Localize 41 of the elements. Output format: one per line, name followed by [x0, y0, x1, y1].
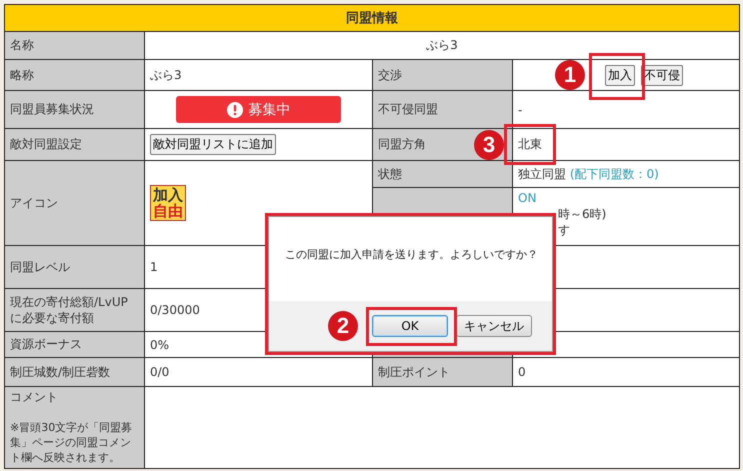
- action-button[interactable]: 加入: [605, 64, 635, 86]
- callout-badge: 1: [555, 60, 585, 90]
- callout-badge: 2: [328, 311, 358, 341]
- cell-value: す: [557, 222, 571, 238]
- action-button[interactable]: 不可侵: [641, 64, 683, 86]
- cell-value: -: [518, 102, 522, 116]
- row-label: 同盟方角: [378, 137, 426, 152]
- row-label: 制圧城数/制圧砦数: [10, 364, 110, 379]
- row-label: 現在の寄付総額/LvUPに必要な寄付額: [10, 294, 128, 325]
- row-label: コメント: [10, 390, 58, 404]
- row-label: 略称: [10, 68, 34, 82]
- comment-note: ※冒頭30文字が「同盟募集」ページの同盟コメント欄へ反映されます。: [10, 421, 134, 466]
- status-text: 独立同盟: [518, 166, 567, 180]
- cell-value: 時～6時): [557, 206, 608, 222]
- dialog-message: この同盟に加入申請を送ります。よろしいですか？: [285, 248, 538, 261]
- cell-value: 0: [518, 365, 526, 379]
- cell-value: 北東: [518, 137, 542, 151]
- action-button[interactable]: 敵対同盟リストに追加: [150, 134, 276, 155]
- cell-value: ぶら3: [150, 68, 182, 82]
- row-label: 不可侵同盟: [378, 102, 438, 116]
- recruiting-button[interactable]: 募集中: [176, 96, 341, 123]
- row-label: 同盟員募集状況: [10, 102, 94, 116]
- join-emblem: 加入 自由: [150, 185, 186, 221]
- row-label: 敵対同盟設定: [10, 137, 82, 152]
- dialog-button[interactable]: OK: [372, 315, 448, 337]
- alert-icon: [226, 102, 242, 118]
- row-label: 名称: [10, 38, 34, 52]
- table-title: 同盟情報: [4, 4, 740, 32]
- dialog-button[interactable]: キャンセル: [456, 315, 532, 337]
- row-label: 制圧ポイント: [378, 364, 450, 379]
- cell-value: 0/30000: [150, 303, 200, 317]
- row-label: アイコン: [10, 196, 58, 210]
- cell-value: 1: [150, 260, 158, 274]
- row-label: 同盟レベル: [10, 260, 70, 274]
- row-label: 交渉: [378, 68, 402, 82]
- cell-value: 0%: [150, 338, 170, 352]
- cell-value: 0/0: [150, 365, 170, 379]
- row-label: 状態: [378, 166, 402, 181]
- cell-value: ON: [518, 190, 538, 206]
- cell-value: ぶら3: [426, 38, 458, 52]
- row-label: 資源ボーナス: [10, 337, 82, 352]
